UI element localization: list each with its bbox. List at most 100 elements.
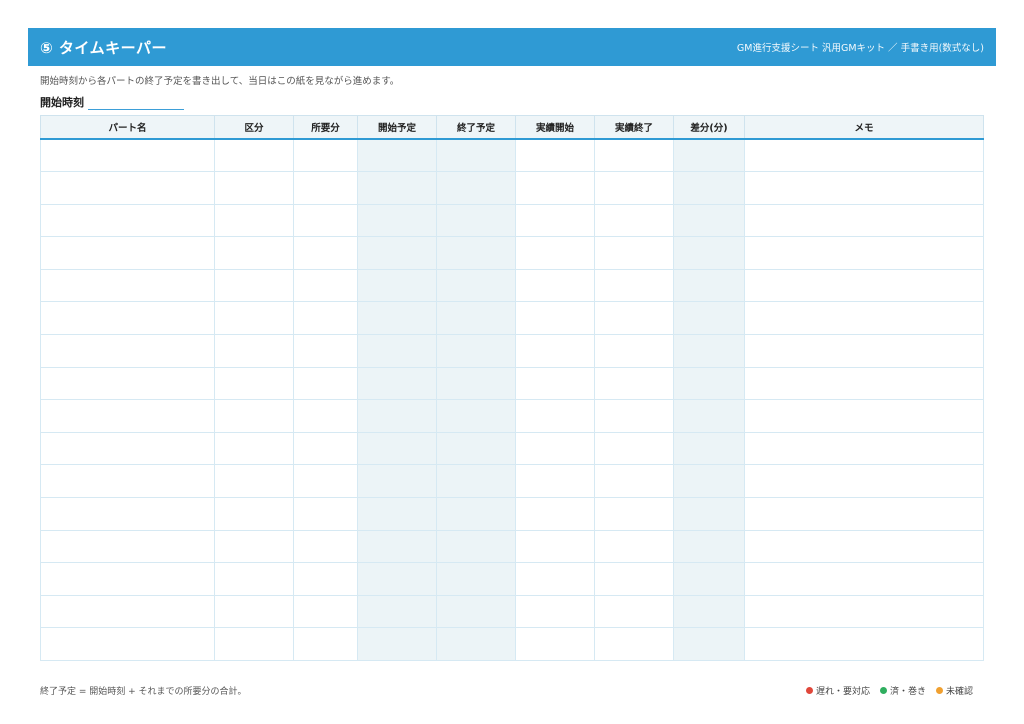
cell-actual-start[interactable]: [515, 399, 595, 433]
cell-actual-start[interactable]: [515, 268, 595, 303]
cell-actual-start[interactable]: [515, 334, 595, 368]
cell-actual-end[interactable]: [594, 366, 674, 401]
cell-category[interactable]: [214, 529, 294, 564]
cell-planned-start[interactable]: [357, 594, 437, 629]
cell-memo[interactable]: [744, 334, 984, 368]
cell-category[interactable]: [214, 268, 294, 303]
cell-planned-end[interactable]: [436, 464, 516, 499]
cell-category[interactable]: [214, 301, 294, 336]
cell-actual-start[interactable]: [515, 464, 595, 499]
cell-duration[interactable]: [293, 268, 358, 303]
cell-actual-end[interactable]: [594, 171, 674, 205]
cell-memo[interactable]: [744, 171, 984, 205]
cell-difference[interactable]: [673, 138, 745, 173]
cell-planned-start[interactable]: [357, 562, 437, 596]
cell-planned-end[interactable]: [436, 594, 516, 629]
cell-planned-end[interactable]: [436, 171, 516, 205]
cell-memo[interactable]: [744, 268, 984, 303]
cell-difference[interactable]: [673, 236, 745, 270]
cell-difference[interactable]: [673, 171, 745, 205]
cell-part-name[interactable]: [40, 236, 215, 270]
cell-duration[interactable]: [293, 203, 358, 238]
cell-planned-end[interactable]: [436, 236, 516, 270]
cell-actual-end[interactable]: [594, 562, 674, 596]
cell-planned-start[interactable]: [357, 268, 437, 303]
cell-difference[interactable]: [673, 366, 745, 401]
cell-actual-start[interactable]: [515, 366, 595, 401]
cell-actual-end[interactable]: [594, 497, 674, 531]
cell-difference[interactable]: [673, 431, 745, 466]
cell-actual-end[interactable]: [594, 268, 674, 303]
cell-planned-start[interactable]: [357, 366, 437, 401]
cell-difference[interactable]: [673, 203, 745, 238]
cell-actual-end[interactable]: [594, 399, 674, 433]
cell-duration[interactable]: [293, 464, 358, 499]
cell-memo[interactable]: [744, 464, 984, 499]
cell-part-name[interactable]: [40, 171, 215, 205]
cell-category[interactable]: [214, 334, 294, 368]
cell-planned-start[interactable]: [357, 497, 437, 531]
cell-actual-start[interactable]: [515, 203, 595, 238]
cell-planned-start[interactable]: [357, 301, 437, 336]
cell-planned-start[interactable]: [357, 529, 437, 564]
cell-planned-start[interactable]: [357, 203, 437, 238]
cell-part-name[interactable]: [40, 529, 215, 564]
cell-actual-end[interactable]: [594, 431, 674, 466]
cell-duration[interactable]: [293, 366, 358, 401]
start-time-field[interactable]: [88, 95, 184, 110]
cell-planned-start[interactable]: [357, 399, 437, 433]
cell-part-name[interactable]: [40, 594, 215, 629]
cell-duration[interactable]: [293, 334, 358, 368]
cell-category[interactable]: [214, 431, 294, 466]
cell-difference[interactable]: [673, 464, 745, 499]
cell-planned-start[interactable]: [357, 464, 437, 499]
cell-category[interactable]: [214, 562, 294, 596]
cell-part-name[interactable]: [40, 366, 215, 401]
cell-planned-end[interactable]: [436, 268, 516, 303]
cell-planned-end[interactable]: [436, 562, 516, 596]
cell-memo[interactable]: [744, 529, 984, 564]
cell-duration[interactable]: [293, 431, 358, 466]
cell-planned-end[interactable]: [436, 334, 516, 368]
cell-difference[interactable]: [673, 529, 745, 564]
cell-part-name[interactable]: [40, 301, 215, 336]
cell-memo[interactable]: [744, 366, 984, 401]
cell-duration[interactable]: [293, 529, 358, 564]
cell-part-name[interactable]: [40, 464, 215, 499]
cell-actual-start[interactable]: [515, 301, 595, 336]
cell-part-name[interactable]: [40, 399, 215, 433]
cell-planned-end[interactable]: [436, 138, 516, 173]
cell-memo[interactable]: [744, 236, 984, 270]
cell-duration[interactable]: [293, 301, 358, 336]
cell-actual-end[interactable]: [594, 236, 674, 270]
cell-memo[interactable]: [744, 497, 984, 531]
cell-planned-start[interactable]: [357, 431, 437, 466]
cell-part-name[interactable]: [40, 138, 215, 173]
cell-difference[interactable]: [673, 301, 745, 336]
cell-part-name[interactable]: [40, 497, 215, 531]
cell-planned-start[interactable]: [357, 334, 437, 368]
cell-difference[interactable]: [673, 497, 745, 531]
cell-actual-start[interactable]: [515, 138, 595, 173]
cell-actual-start[interactable]: [515, 236, 595, 270]
cell-memo[interactable]: [744, 301, 984, 336]
cell-memo[interactable]: [744, 562, 984, 596]
cell-planned-start[interactable]: [357, 627, 437, 661]
cell-planned-end[interactable]: [436, 301, 516, 336]
cell-difference[interactable]: [673, 594, 745, 629]
cell-part-name[interactable]: [40, 334, 215, 368]
cell-category[interactable]: [214, 464, 294, 499]
cell-duration[interactable]: [293, 594, 358, 629]
cell-category[interactable]: [214, 497, 294, 531]
cell-duration[interactable]: [293, 236, 358, 270]
cell-planned-start[interactable]: [357, 138, 437, 173]
cell-difference[interactable]: [673, 627, 745, 661]
cell-part-name[interactable]: [40, 562, 215, 596]
cell-actual-start[interactable]: [515, 171, 595, 205]
cell-category[interactable]: [214, 627, 294, 661]
cell-memo[interactable]: [744, 203, 984, 238]
cell-actual-end[interactable]: [594, 203, 674, 238]
cell-duration[interactable]: [293, 171, 358, 205]
cell-duration[interactable]: [293, 138, 358, 173]
cell-actual-start[interactable]: [515, 562, 595, 596]
